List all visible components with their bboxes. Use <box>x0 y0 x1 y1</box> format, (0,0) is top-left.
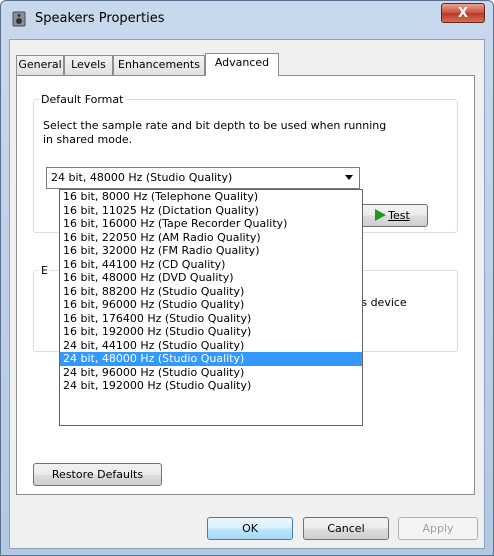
speaker-icon <box>12 11 26 27</box>
ok-label: OK <box>242 522 258 535</box>
chevron-down-icon[interactable] <box>345 175 353 180</box>
dropdown-option[interactable]: 16 bit, 48000 Hz (DVD Quality) <box>60 271 362 285</box>
dropdown-option[interactable]: 24 bit, 96000 Hz (Studio Quality) <box>60 366 362 380</box>
default-format-description-1: Select the sample rate and bit depth to … <box>43 119 387 132</box>
window-title: Speakers Properties <box>35 11 165 26</box>
close-button[interactable]: X <box>441 3 485 23</box>
apply-button[interactable]: Apply <box>398 517 478 540</box>
tab-general[interactable]: General <box>16 55 64 75</box>
dropdown-option[interactable]: 24 bit, 48000 Hz (Studio Quality) <box>60 352 362 366</box>
dropdown-option[interactable]: 16 bit, 11025 Hz (Dictation Quality) <box>60 204 362 218</box>
cancel-button[interactable]: Cancel <box>303 517 389 540</box>
dropdown-option[interactable]: 16 bit, 96000 Hz (Studio Quality) <box>60 298 362 312</box>
restore-defaults-label: Restore Defaults <box>51 468 144 481</box>
tab-advanced[interactable]: Advanced <box>205 53 279 76</box>
dropdown-option[interactable]: 16 bit, 22050 Hz (AM Radio Quality) <box>60 231 362 245</box>
dropdown-option[interactable]: 24 bit, 44100 Hz (Studio Quality) <box>60 339 362 353</box>
default-format-description-2: in shared mode. <box>43 133 133 146</box>
select-value: 24 bit, 48000 Hz (Studio Quality) <box>51 171 233 184</box>
default-format-title: Default Format <box>39 93 126 106</box>
format-dropdown-list[interactable]: 16 bit, 8000 Hz (Telephone Quality) 16 b… <box>59 189 363 426</box>
tab-enhancements[interactable]: Enhancements <box>113 55 205 75</box>
title-bar[interactable]: Speakers Properties X <box>1 1 493 37</box>
close-icon: X <box>457 6 469 21</box>
dropdown-option[interactable]: 16 bit, 88200 Hz (Studio Quality) <box>60 285 362 299</box>
tab-label: General <box>18 58 62 71</box>
dropdown-option[interactable]: 16 bit, 32000 Hz (FM Radio Quality) <box>60 244 362 258</box>
dropdown-option[interactable]: 16 bit, 44100 Hz (CD Quality) <box>60 258 362 272</box>
restore-defaults-button[interactable]: Restore Defaults <box>33 463 162 486</box>
dropdown-option[interactable]: 16 bit, 192000 Hz (Studio Quality) <box>60 325 362 339</box>
tab-label: Advanced <box>214 56 270 69</box>
exclusive-mode-title: E <box>39 264 50 277</box>
dropdown-option[interactable]: 16 bit, 176400 Hz (Studio Quality) <box>60 312 362 326</box>
test-label: Test <box>388 209 410 222</box>
cancel-label: Cancel <box>327 522 365 535</box>
default-format-select[interactable]: 24 bit, 48000 Hz (Studio Quality) <box>46 167 360 189</box>
dropdown-option[interactable]: 16 bit, 8000 Hz (Telephone Quality) <box>60 190 362 204</box>
tab-label: Levels <box>71 58 106 71</box>
ok-button[interactable]: OK <box>207 517 293 540</box>
play-icon <box>375 209 387 221</box>
apply-label: Apply <box>422 522 454 535</box>
dropdown-option[interactable]: 24 bit, 192000 Hz (Studio Quality) <box>60 379 362 393</box>
test-button[interactable]: Test <box>357 204 428 227</box>
tab-levels[interactable]: Levels <box>64 55 113 75</box>
dropdown-option[interactable]: 16 bit, 16000 Hz (Tape Recorder Quality) <box>60 217 362 231</box>
tab-label: Enhancements <box>118 58 200 71</box>
